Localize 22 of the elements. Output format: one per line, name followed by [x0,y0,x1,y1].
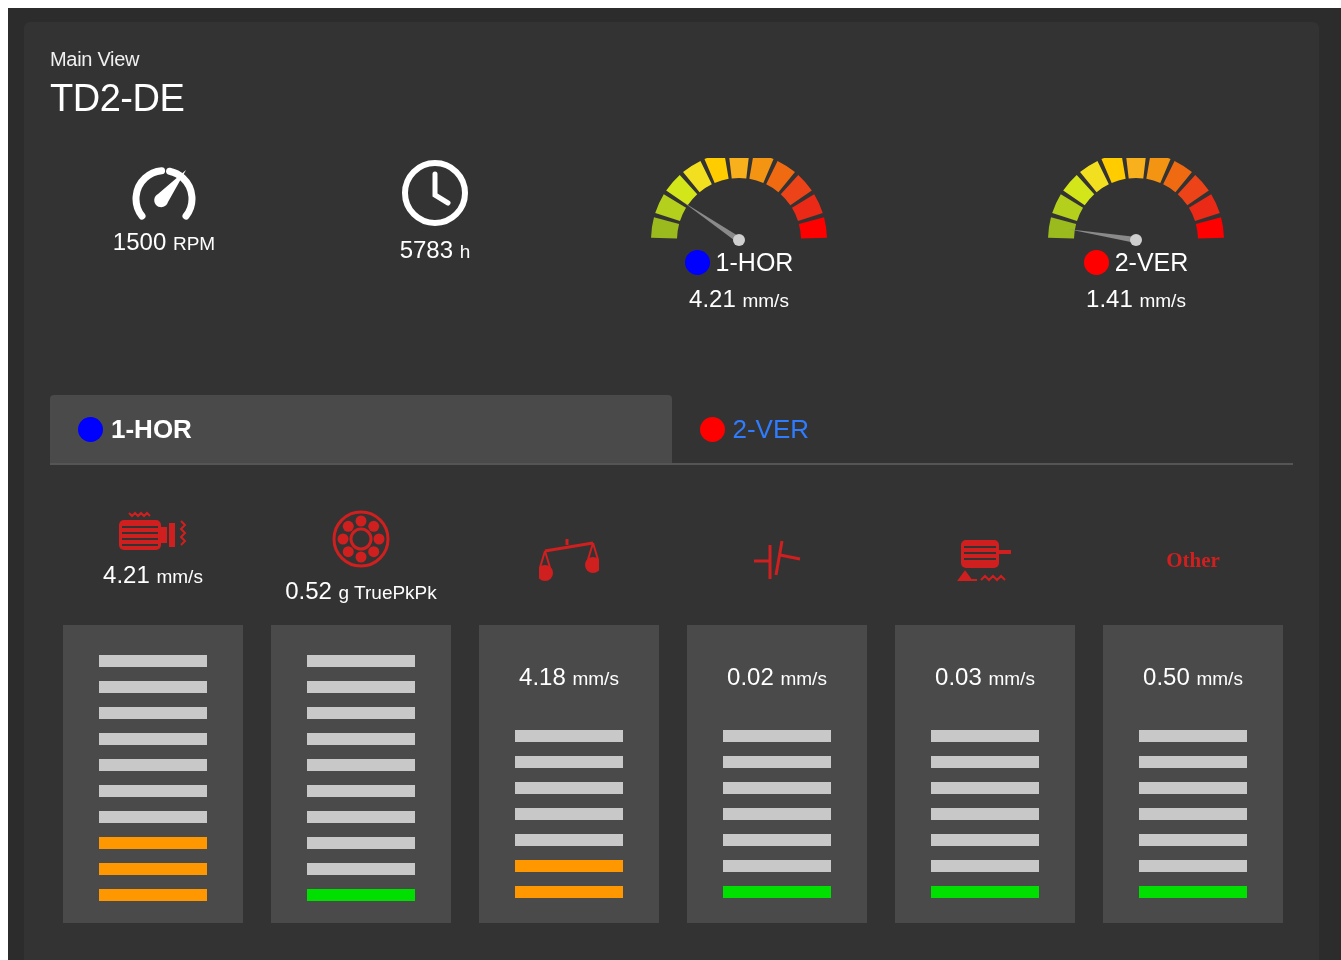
channel-name: 2-VER [1114,248,1189,277]
metric-value: 0.52 g TruePkPk [285,577,437,605]
view-subtitle: Main View [50,48,141,71]
metric-value: 0.03 mm/s [935,663,1035,691]
motor-on-base-icon [957,538,1013,582]
metric-value: 4.18 mm/s [519,663,619,691]
metric-value: 4.21 mm/s [103,561,203,589]
gauge-needle [682,201,745,246]
bearing-icon [331,509,391,569]
gauge-value: 4.21 mm/s [689,285,789,313]
stat-value: 5783 h [399,236,471,264]
clock-icon [400,158,470,228]
metric-value: 0.02 mm/s [727,663,827,691]
channel-name: 1-HOR [715,248,794,277]
channel-tab[interactable]: 1-HOR [50,395,672,463]
machine-title: TD2-DE [50,77,186,120]
gauge-value: 1.41 mm/s [1086,285,1186,313]
vibrating-motor-icon [117,509,189,553]
stat-value: 1500 RPM [112,228,216,256]
metric-value: 0.50 mm/s [1143,663,1243,691]
balance-scale-icon [539,537,599,583]
category-label: Other [1166,547,1220,573]
